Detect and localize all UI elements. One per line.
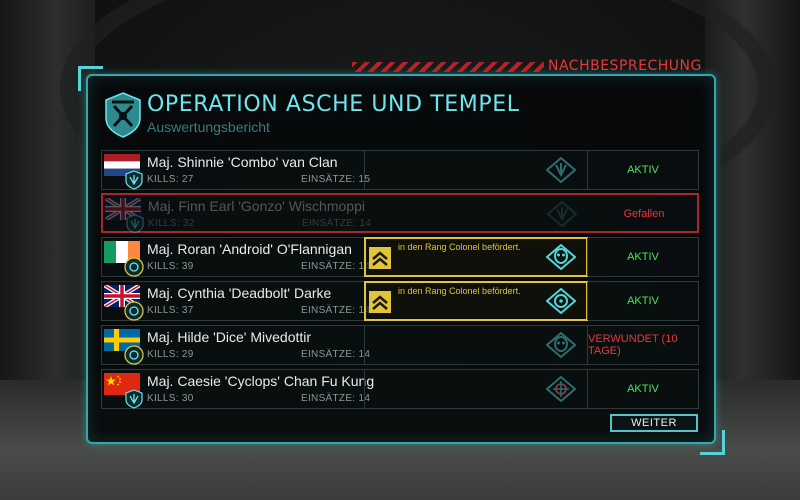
page-title: OPERATION ASCHE UND TEMPEL — [147, 92, 520, 117]
soldier-kills: KILLS: 29 — [147, 349, 194, 360]
soldier-missions: EINSÄTZE: 14 — [301, 393, 371, 404]
promotion-text: in den Rang Colonel befördert. — [398, 286, 521, 296]
debriefing-tag: NACHBESPRECHUNG — [352, 56, 712, 80]
soldier-name: Maj. Roran 'Android' O'Flannigan — [147, 241, 352, 257]
soldier-row[interactable]: Maj. Roran 'Android' O'Flannigan KILLS: … — [101, 237, 699, 277]
page-subtitle: Auswertungsbericht — [147, 119, 270, 135]
assault-class-icon — [124, 345, 144, 365]
soldier-name: Maj. Caesie 'Cyclops' Chan Fu Kung — [147, 373, 375, 389]
soldier-kills: KILLS: 30 — [147, 393, 194, 404]
assault-class-icon — [124, 257, 144, 277]
soldier-row[interactable]: Maj. Cynthia 'Deadbolt' Darke KILLS: 37 … — [101, 281, 699, 321]
soldier-name: Maj. Finn Earl 'Gonzo' Wischmoppi — [148, 198, 365, 214]
soldier-kills: KILLS: 27 — [147, 174, 194, 185]
hazard-stripes — [352, 62, 544, 72]
target-medal-icon — [546, 288, 576, 314]
soldier-missions: EINSÄTZE: 14 — [301, 305, 371, 316]
soldier-kills: KILLS: 32 — [148, 218, 195, 229]
soldier-status: Gefallen — [623, 208, 665, 220]
soldier-row[interactable]: Maj. Finn Earl 'Gonzo' Wischmoppi KILLS:… — [101, 193, 699, 234]
row-divider — [364, 326, 365, 364]
support-class-icon — [125, 389, 143, 409]
soldier-kills: KILLS: 37 — [147, 305, 194, 316]
xcom-emblem-icon — [105, 92, 141, 138]
assault-class-icon — [124, 301, 144, 321]
support-class-icon — [126, 214, 144, 234]
soldier-kills: KILLS: 39 — [147, 261, 194, 272]
soldier-status: AKTIV — [627, 251, 659, 263]
rank-chevron-icon — [369, 247, 391, 269]
panel-corner-bottom-right — [700, 430, 725, 455]
soldier-missions: EINSÄTZE: 14 — [302, 218, 372, 229]
soldier-row[interactable]: Maj. Hilde 'Dice' Mivedottir KILLS: 29 E… — [101, 325, 699, 365]
soldier-name: Maj. Cynthia 'Deadbolt' Darke — [147, 285, 332, 301]
debriefing-tag-label: NACHBESPRECHUNG — [548, 58, 702, 74]
soldier-status: AKTIV — [627, 383, 659, 395]
soldier-name: Maj. Shinnie 'Combo' van Clan — [147, 154, 338, 170]
soldier-row[interactable]: Maj. Shinnie 'Combo' van Clan KILLS: 27 … — [101, 150, 699, 190]
support-medal-icon — [546, 157, 576, 183]
alien-medal-icon — [546, 244, 576, 270]
soldier-name: Maj. Hilde 'Dice' Mivedottir — [147, 329, 312, 345]
continue-button[interactable]: WEITER — [610, 414, 698, 432]
rank-chevron-icon — [369, 291, 391, 313]
support-medal-icon — [547, 201, 577, 227]
panel-corner-top-left — [78, 66, 103, 91]
promotion-text: in den Rang Colonel befördert. — [398, 242, 521, 252]
soldier-status: AKTIV — [627, 164, 659, 176]
alien-medal-icon — [546, 332, 576, 358]
crosshair-medal-icon — [546, 376, 576, 402]
soldier-missions: EINSÄTZE: 14 — [301, 349, 371, 360]
soldier-row[interactable]: Maj. Caesie 'Cyclops' Chan Fu Kung KILLS… — [101, 369, 699, 409]
soldier-status: VERWUNDET (10 TAGE) — [588, 333, 678, 357]
row-divider — [364, 370, 365, 408]
row-divider — [364, 151, 365, 189]
soldier-status: AKTIV — [627, 295, 659, 307]
soldier-missions: EINSÄTZE: 15 — [301, 174, 371, 185]
support-class-icon — [125, 170, 143, 190]
soldier-missions: EINSÄTZE: 14 — [301, 261, 371, 272]
